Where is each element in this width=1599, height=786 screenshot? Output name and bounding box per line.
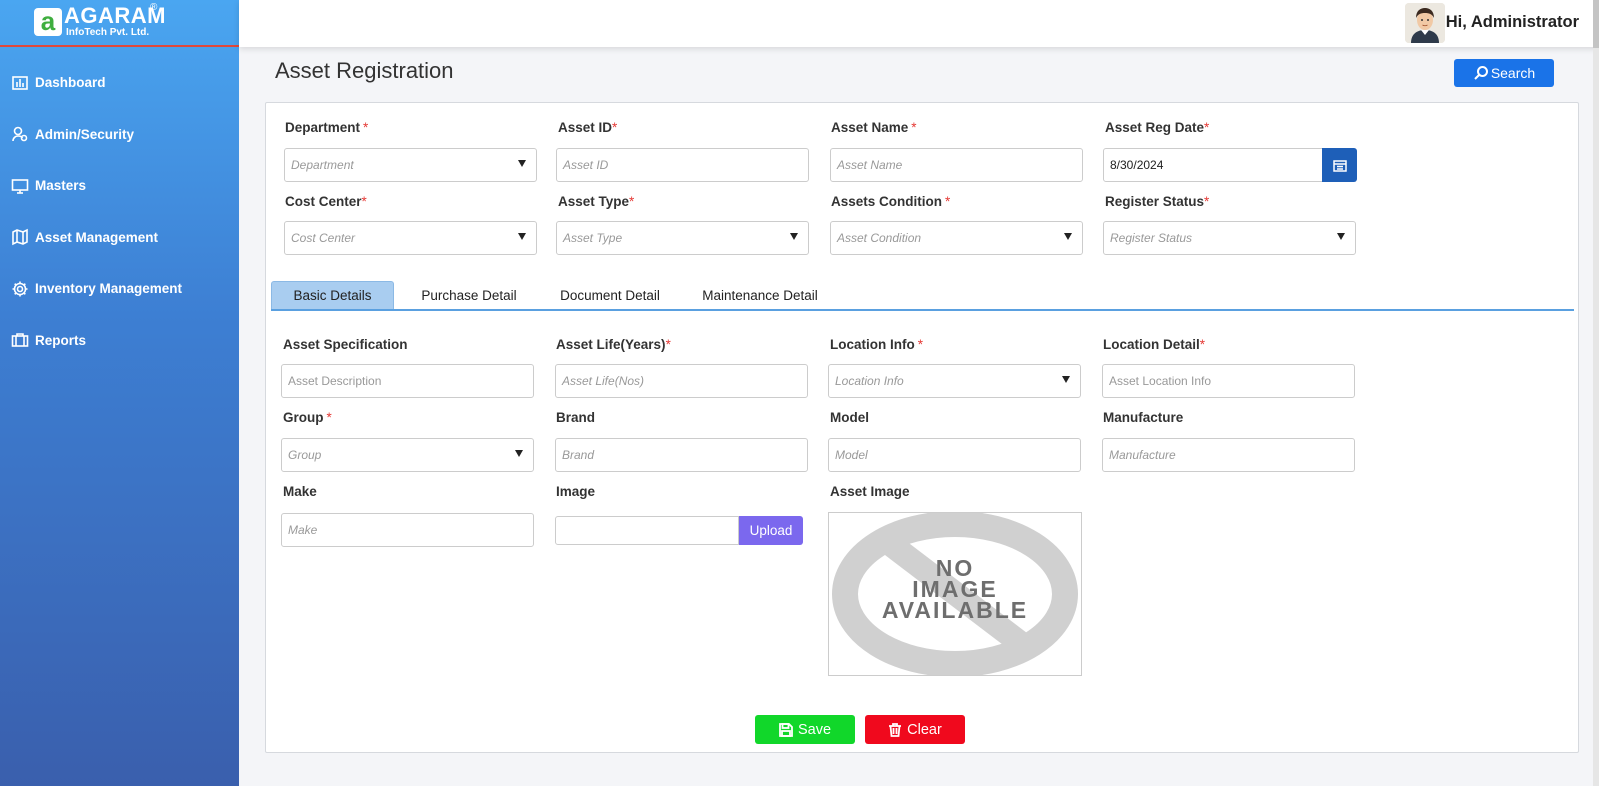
sidebar-nav: Dashboard Admin/Security Masters Asset M…	[0, 57, 239, 366]
asset-name-label: Asset Name *	[831, 120, 917, 135]
tab-basic-details[interactable]: Basic Details	[271, 281, 394, 309]
briefcase-icon	[11, 333, 29, 348]
location-info-label: Location Info *	[830, 337, 924, 352]
register-status-label: Register Status*	[1105, 194, 1210, 209]
save-icon	[779, 722, 793, 737]
logo-subtitle: InfoTech Pvt. Ltd.	[66, 27, 150, 38]
save-button-label: Save	[797, 721, 832, 738]
logo-registered-mark: ®	[150, 2, 158, 13]
user-greeting[interactable]: Hi, Administrator	[1446, 13, 1579, 32]
map-icon	[12, 228, 28, 246]
avatar[interactable]	[1405, 3, 1445, 43]
assets-condition-select[interactable]: Asset Condition	[830, 221, 1083, 255]
search-icon	[1474, 66, 1488, 80]
image-file-input[interactable]	[555, 516, 739, 545]
asset-life-label: Asset Life(Years)*	[556, 337, 671, 352]
chevron-down-icon	[1062, 376, 1070, 383]
location-info-select[interactable]: Location Info	[828, 364, 1081, 398]
chevron-down-icon	[515, 450, 523, 457]
search-button-label: Search	[1490, 65, 1536, 81]
make-input[interactable]: Make	[281, 513, 534, 547]
model-label: Model	[830, 410, 869, 425]
scrollbar-thumb[interactable]	[1593, 0, 1599, 48]
image-label: Image	[556, 484, 596, 499]
tab-maintenance-detail[interactable]: Maintenance Detail	[689, 281, 831, 309]
sidebar-item-dashboard[interactable]: Dashboard	[0, 57, 239, 109]
sidebar-item-label: Asset Management	[35, 229, 159, 245]
model-input[interactable]: Model	[828, 438, 1081, 472]
sidebar-item-reports[interactable]: Reports	[0, 315, 239, 367]
top-header: Hi, Administrator	[239, 0, 1599, 47]
brand-label: Brand	[556, 410, 596, 425]
chevron-down-icon	[518, 233, 526, 240]
asset-image-preview: NO IMAGE AVAILABLE	[828, 511, 1082, 677]
chevron-down-icon	[790, 233, 798, 240]
sidebar-item-masters[interactable]: Masters	[0, 160, 239, 212]
asset-type-select[interactable]: Asset Type	[556, 221, 809, 255]
asset-name-input[interactable]: Asset Name	[830, 148, 1083, 182]
sidebar-item-label: Dashboard	[35, 75, 106, 91]
bar-chart-icon	[12, 75, 28, 90]
asset-life-input[interactable]: Asset Life(Nos)	[555, 364, 808, 398]
assets-condition-label: Assets Condition *	[831, 194, 951, 209]
cost-center-label: Cost Center*	[285, 194, 367, 209]
clear-button[interactable]: Clear	[865, 715, 965, 744]
sidebar-item-label: Masters	[35, 178, 87, 194]
page-scrollbar[interactable]	[1593, 0, 1599, 786]
manufacture-label: Manufacture	[1103, 410, 1184, 425]
calendar-button[interactable]	[1322, 148, 1357, 182]
sidebar-item-label: Admin/Security	[35, 126, 135, 142]
asset-specification-input[interactable]: Asset Description	[281, 364, 534, 398]
asset-image-label: Asset Image	[830, 484, 910, 499]
no-image-line-3: AVAILABLE	[882, 597, 1028, 623]
tab-purchase-detail[interactable]: Purchase Detail	[404, 281, 534, 309]
chevron-down-icon	[518, 160, 526, 167]
group-select[interactable]: Group	[281, 438, 534, 472]
cost-center-select[interactable]: Cost Center	[284, 221, 537, 255]
group-label: Group *	[283, 410, 332, 425]
chevron-down-icon	[1064, 233, 1072, 240]
sidebar-item-label: Inventory Management	[35, 281, 183, 297]
monitor-icon	[11, 178, 29, 194]
upload-button[interactable]: Upload	[739, 516, 803, 545]
asset-specification-label: Asset Specification	[283, 337, 408, 352]
asset-type-label: Asset Type*	[558, 194, 635, 209]
search-button[interactable]: Search	[1454, 59, 1554, 87]
sidebar: a AGARAM ® InfoTech Pvt. Ltd. Dashboard …	[0, 0, 239, 786]
register-status-select[interactable]: Register Status	[1103, 221, 1356, 255]
users-icon	[12, 126, 28, 142]
logo-mark: a	[34, 8, 62, 36]
make-label: Make	[283, 484, 317, 499]
brand-input[interactable]: Brand	[555, 438, 808, 472]
save-button[interactable]: Save	[755, 715, 855, 744]
location-detail-label: Location Detail*	[1103, 337, 1206, 352]
asset-reg-date-input[interactable]: 8/30/2024	[1103, 148, 1323, 182]
asset-id-input[interactable]: Asset ID	[556, 148, 809, 182]
tab-document-detail[interactable]: Document Detail	[548, 281, 672, 309]
location-detail-input[interactable]: Asset Location Info	[1102, 364, 1355, 398]
sidebar-item-admin-security[interactable]: Admin/Security	[0, 109, 239, 161]
gear-icon	[12, 281, 28, 297]
calendar-icon	[1332, 159, 1347, 172]
sidebar-item-inventory-management[interactable]: Inventory Management	[0, 263, 239, 315]
asset-reg-date-label: Asset Reg Date*	[1105, 120, 1210, 135]
company-logo: a AGARAM ® InfoTech Pvt. Ltd.	[0, 0, 239, 47]
department-label: Department *	[285, 120, 369, 135]
no-image-placeholder: NO IMAGE AVAILABLE	[832, 511, 1078, 677]
asset-id-label: Asset ID*	[558, 120, 618, 135]
trash-icon	[889, 722, 902, 737]
manufacture-input[interactable]: Manufacture	[1102, 438, 1355, 472]
detail-tabs: Basic Details Purchase Detail Document D…	[271, 281, 1574, 311]
sidebar-item-label: Reports	[35, 332, 87, 348]
sidebar-item-asset-management[interactable]: Asset Management	[0, 212, 239, 264]
chevron-down-icon	[1337, 233, 1345, 240]
clear-button-label: Clear	[907, 721, 942, 738]
page-title: Asset Registration	[275, 58, 454, 83]
department-select[interactable]: Department	[284, 148, 537, 182]
